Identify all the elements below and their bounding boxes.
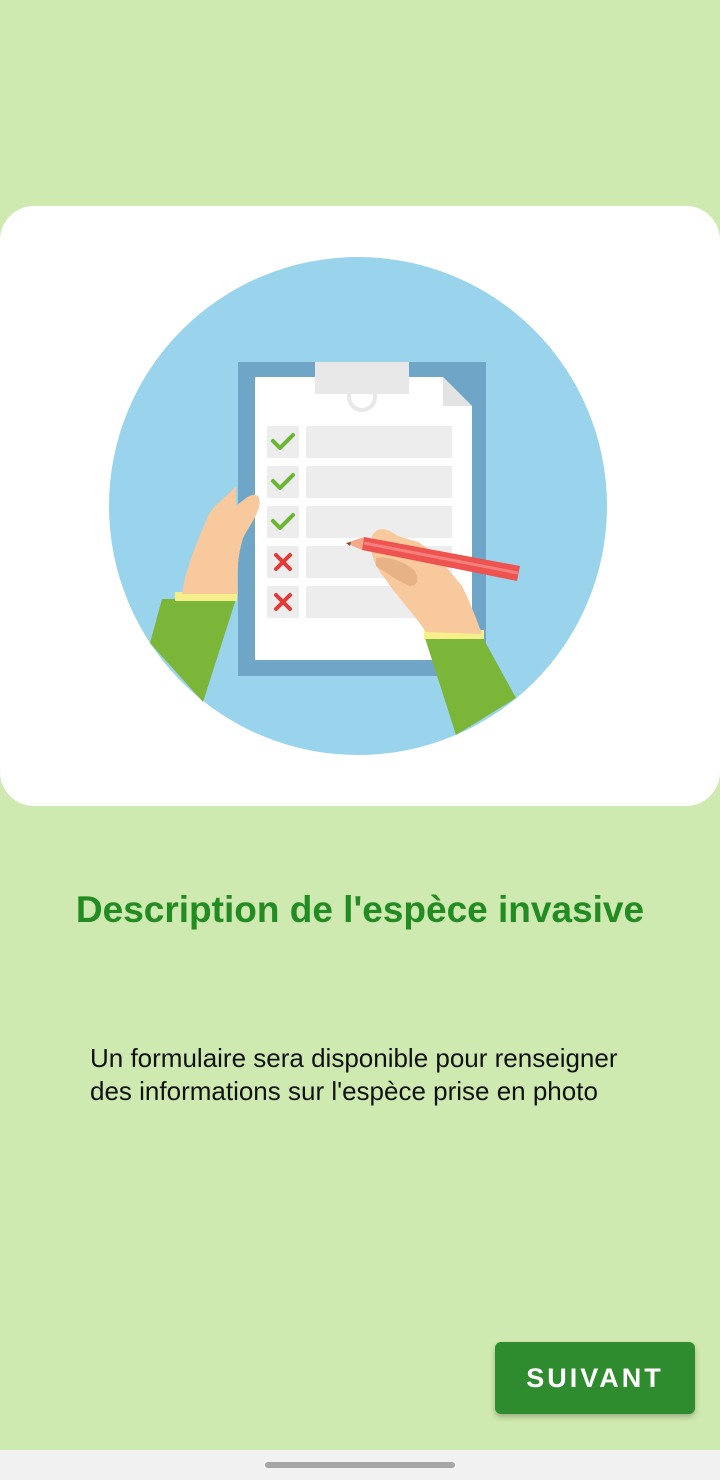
onboarding-screen: Description de l'espèce invasive Un form… bbox=[0, 0, 720, 1450]
page-description: Un formulaire sera disponible pour rense… bbox=[90, 1043, 618, 1106]
clipboard-clip bbox=[315, 362, 409, 394]
page-title: Description de l'espèce invasive bbox=[75, 889, 645, 930]
home-indicator[interactable] bbox=[265, 1462, 455, 1468]
next-button[interactable]: SUIVANT bbox=[495, 1342, 695, 1414]
clipboard-checklist-illustration bbox=[109, 257, 607, 755]
illustration-card bbox=[0, 206, 720, 806]
system-navigation-bar bbox=[0, 1450, 720, 1480]
